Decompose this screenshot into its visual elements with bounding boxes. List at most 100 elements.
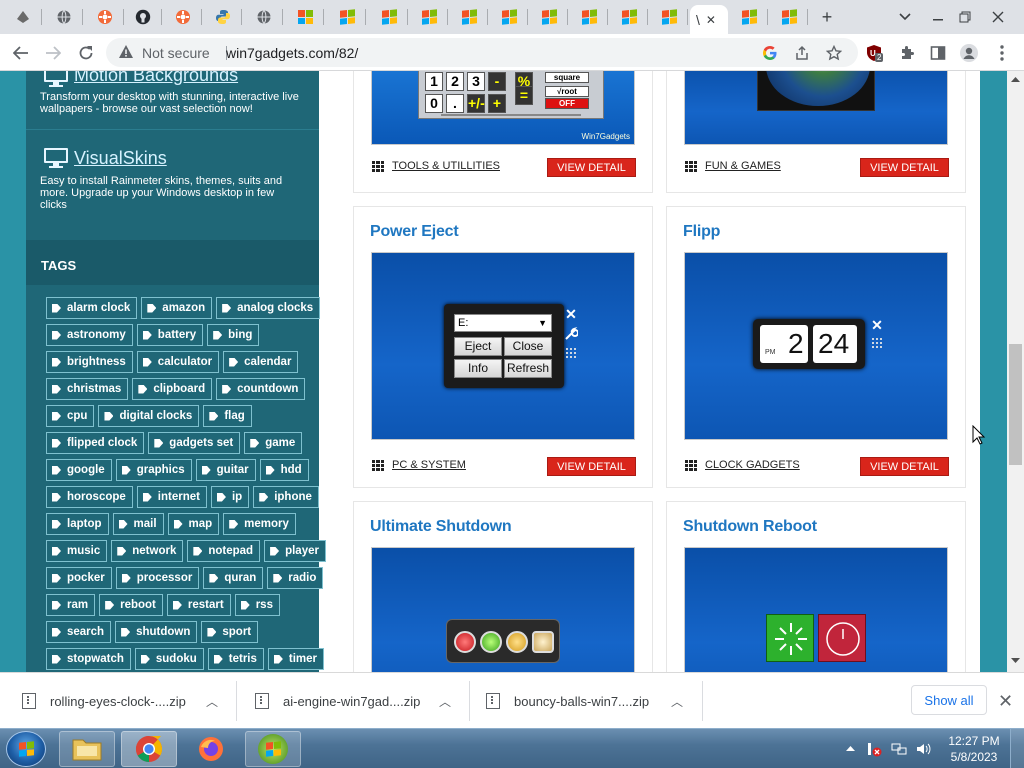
show-all-downloads-button[interactable]: Show all <box>911 685 987 715</box>
close-tab-icon[interactable]: ✕ <box>706 13 716 27</box>
browser-tab[interactable] <box>4 5 42 29</box>
chevron-up-icon[interactable]: ︿ <box>671 693 683 710</box>
promo-title-link[interactable]: VisualSkins <box>74 148 167 169</box>
browser-tab[interactable] <box>45 5 83 29</box>
tag-link[interactable]: pocker <box>46 567 112 589</box>
taskbar-file-explorer[interactable] <box>59 731 115 767</box>
scroll-down-arrow-icon[interactable] <box>1011 658 1020 664</box>
gadget-thumbnail[interactable]: 1 2 3-% square 0. +/- + = √root OFF Win7Gadgets <box>371 71 635 145</box>
close-window-button[interactable] <box>986 6 1010 28</box>
browser-tab[interactable] <box>610 5 648 29</box>
close-download-bar-icon[interactable]: ✕ <box>998 691 1013 712</box>
taskbar-chrome[interactable] <box>121 731 177 767</box>
gadget-title[interactable]: Shutdown Reboot <box>683 518 817 536</box>
extension-ublock-button[interactable]: U 2 <box>864 43 884 63</box>
tag-link[interactable]: bing <box>207 324 260 346</box>
tag-link[interactable]: calculator <box>136 351 220 373</box>
minimize-button[interactable] <box>926 6 950 28</box>
system-clock[interactable]: 12:27 PM 5/8/2023 <box>944 733 1004 765</box>
tag-link[interactable]: sport <box>201 621 259 643</box>
chevron-up-icon[interactable]: ︿ <box>206 693 218 710</box>
view-detail-button[interactable]: VIEW DETAIL <box>547 457 636 476</box>
category-link[interactable]: PC & SYSTEM <box>372 459 466 471</box>
tag-link[interactable]: ip <box>210 486 250 508</box>
tag-link[interactable]: battery <box>136 324 204 346</box>
tag-link[interactable]: game <box>244 432 303 454</box>
tag-link[interactable]: tetris <box>207 648 264 670</box>
warning-triangle-icon[interactable] <box>118 44 134 60</box>
restore-button[interactable] <box>953 6 977 28</box>
tag-link[interactable]: flipped clock <box>46 432 145 454</box>
browser-tab[interactable] <box>370 5 408 29</box>
view-detail-button[interactable]: VIEW DETAIL <box>547 158 636 177</box>
tag-link[interactable]: clipboard <box>132 378 213 400</box>
tag-link[interactable]: graphics <box>115 459 192 481</box>
tag-link[interactable]: cpu <box>46 405 95 427</box>
category-link[interactable]: TOOLS & UTILLITIES <box>372 160 500 172</box>
browser-tab[interactable] <box>410 5 448 29</box>
tag-link[interactable]: timer <box>267 648 325 670</box>
tag-link[interactable]: astronomy <box>46 324 133 346</box>
browser-tab[interactable] <box>124 5 162 29</box>
menu-button[interactable] <box>992 43 1012 63</box>
google-lens-button[interactable] <box>761 44 779 62</box>
browser-tab[interactable] <box>245 5 283 29</box>
browser-tab[interactable] <box>86 5 124 29</box>
gadget-thumbnail[interactable] <box>684 547 948 672</box>
tag-link[interactable]: processor <box>115 567 200 589</box>
browser-tab[interactable] <box>770 5 808 29</box>
tag-link[interactable]: laptop <box>46 513 109 535</box>
download-filename[interactable]: bouncy-balls-win7....zip <box>514 694 649 709</box>
tag-link[interactable]: guitar <box>195 459 256 481</box>
browser-tab[interactable] <box>164 5 202 29</box>
tag-link[interactable]: brightness <box>46 351 133 373</box>
tag-link[interactable]: shutdown <box>115 621 198 643</box>
tag-link[interactable]: google <box>46 459 112 481</box>
show-desktop-button[interactable] <box>1010 729 1024 768</box>
tag-link[interactable]: music <box>46 540 108 562</box>
gadget-thumbnail[interactable] <box>371 547 635 672</box>
category-link[interactable]: FUN & GAMES <box>685 160 781 172</box>
network-icon[interactable] <box>891 741 907 757</box>
browser-tab[interactable] <box>328 5 366 29</box>
action-center-icon[interactable] <box>866 741 882 757</box>
url-text[interactable]: win7gadgets.com/82/ <box>226 45 358 61</box>
tag-link[interactable]: horoscope <box>46 486 133 508</box>
forward-button[interactable] <box>40 40 66 66</box>
side-panel-button[interactable] <box>928 43 948 63</box>
tag-link[interactable]: player <box>264 540 326 562</box>
browser-tab[interactable] <box>730 5 768 29</box>
vertical-scrollbar[interactable] <box>1007 71 1024 672</box>
tag-link[interactable]: notepad <box>187 540 261 562</box>
tag-link[interactable]: network <box>111 540 184 562</box>
reload-button[interactable] <box>73 40 99 66</box>
category-label[interactable]: CLOCK GADGETS <box>705 459 800 471</box>
tag-link[interactable]: rss <box>234 594 280 616</box>
gadget-thumbnail[interactable]: PM 2 24 ✕ <box>684 252 948 440</box>
gadget-title[interactable]: Power Eject <box>370 223 459 241</box>
profile-button[interactable] <box>959 43 979 63</box>
download-item[interactable]: bouncy-balls-win7....zip ︿ <box>470 673 703 729</box>
chevron-up-icon[interactable]: ︿ <box>439 693 451 710</box>
tag-link[interactable]: gadgets set <box>148 432 241 454</box>
browser-tab[interactable] <box>570 5 608 29</box>
download-item[interactable]: rolling-eyes-clock-....zip ︿ <box>0 673 237 729</box>
browser-tab[interactable] <box>490 5 528 29</box>
tag-link[interactable]: stopwatch <box>46 648 131 670</box>
bookmark-button[interactable] <box>825 44 843 62</box>
tag-link[interactable]: amazon <box>141 297 213 319</box>
taskbar-firefox[interactable] <box>183 731 239 767</box>
tag-link[interactable]: sudoku <box>134 648 204 670</box>
tag-link[interactable]: hdd <box>259 459 309 481</box>
tag-link[interactable]: memory <box>223 513 296 535</box>
address-bar[interactable]: Not secure win7gadgets.com/82/ <box>106 38 858 67</box>
download-filename[interactable]: ai-engine-win7gad....zip <box>283 694 420 709</box>
start-button[interactable] <box>6 731 46 767</box>
gadget-thumbnail[interactable] <box>684 71 948 145</box>
category-label[interactable]: TOOLS & UTILLITIES <box>392 160 500 172</box>
tag-link[interactable]: radio <box>267 567 324 589</box>
back-button[interactable] <box>8 40 34 66</box>
browser-tab[interactable] <box>204 5 242 29</box>
taskbar-win7gadgets[interactable] <box>245 731 301 767</box>
gadget-title[interactable]: Ultimate Shutdown <box>370 518 512 536</box>
